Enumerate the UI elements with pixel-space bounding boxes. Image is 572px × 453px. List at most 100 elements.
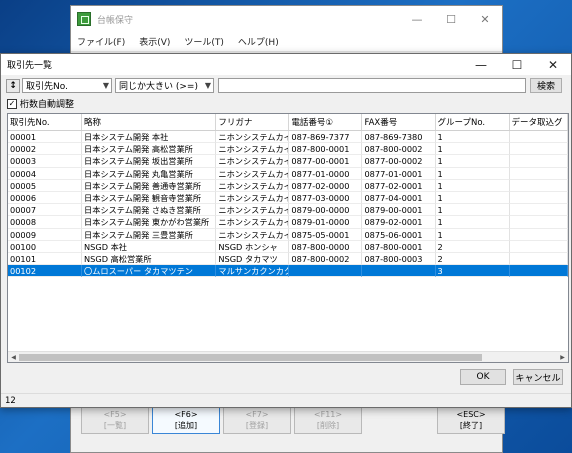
table-cell: ニホンシステムカイハツ... <box>216 191 290 205</box>
scroll-left-icon[interactable]: ◀ <box>8 352 19 363</box>
table-cell: 0879-00-0000 <box>289 204 363 217</box>
column-header[interactable]: フリガナ <box>216 114 290 130</box>
f11-delete-button[interactable]: <F11> [削除] <box>294 406 362 434</box>
column-header[interactable]: FAX番号 <box>362 114 436 130</box>
app-icon <box>77 12 91 26</box>
autofit-checkbox[interactable]: ✓ <box>7 98 17 109</box>
filter-row: ↕ 取引先No. ▼ 同じか大きい (>=) ▼ 検索 <box>6 78 562 93</box>
f5-key-label: <F5> <box>103 410 127 419</box>
column-header[interactable]: 取引先No. <box>8 114 83 130</box>
table-cell: ニホンシステムカイハツ... <box>216 143 290 156</box>
operator-select[interactable]: 同じか大きい (>=) ▼ <box>115 78 214 93</box>
table-row[interactable]: 00009日本システム開発 三豊営業所ニホンシステムカイハツ...0875-05… <box>8 228 568 241</box>
table-row[interactable]: 00004日本システム開発 丸亀営業所ニホンシステムカイハツ...0877-01… <box>8 167 568 180</box>
record-count: 12 <box>5 395 16 406</box>
table-cell <box>509 265 568 278</box>
table-row[interactable]: 00001日本システム開発 本社ニホンシステムカイハツ...087-869-73… <box>8 131 568 144</box>
f5-list-button[interactable]: <F5> [一覧] <box>81 406 149 434</box>
table-cell <box>509 155 568 168</box>
table-cell: 日本システム開発 高松営業所 <box>82 143 217 156</box>
table-cell: 1 <box>435 216 510 229</box>
scroll-thumb[interactable] <box>19 353 482 361</box>
column-header[interactable]: 略称 <box>82 114 217 130</box>
search-button[interactable]: 検索 <box>530 78 562 93</box>
chevron-down-icon[interactable]: ▼ <box>205 79 211 92</box>
column-header[interactable]: データ取込グ <box>510 114 568 130</box>
table-cell: 00009 <box>8 228 83 241</box>
dialog-titlebar: 取引先一覧 — ☐ ✕ <box>1 54 571 75</box>
scroll-track[interactable] <box>19 352 557 363</box>
cancel-button[interactable]: キャンセル <box>513 369 563 385</box>
sort-order-icon[interactable]: ↕ <box>6 78 20 93</box>
column-header[interactable]: 電話番号① <box>289 114 363 130</box>
table-cell: 日本システム開発 丸亀営業所 <box>82 167 217 180</box>
table-row[interactable]: 00102〇ムロスーパー タカマツテンマルサンカクンカクスー... 3 <box>8 265 568 278</box>
table-cell: ニホンシステムカイハツ... <box>216 216 290 229</box>
field-select[interactable]: 取引先No. ▼ <box>22 78 112 93</box>
table-cell <box>509 167 568 180</box>
menu-file[interactable]: ファイル(F) <box>77 35 125 48</box>
horizontal-scrollbar[interactable]: ◀ ▶ <box>8 351 568 362</box>
menu-view[interactable]: 表示(V) <box>139 35 170 48</box>
table-cell: NSGD タカマツ <box>216 252 290 266</box>
table-row[interactable]: 00006日本システム開発 観音寺営業所ニホンシステムカイハツ...0877-0… <box>8 191 568 205</box>
table-cell: 1 <box>435 155 510 168</box>
table-cell: 00007 <box>8 204 83 217</box>
operator-select-value: 同じか大きい (>=) <box>119 82 198 92</box>
esc-action-label: [終了] <box>459 421 483 430</box>
background-window-controls: — ☐ ✕ <box>400 6 502 32</box>
f7-key-label: <F7> <box>245 410 269 419</box>
scroll-right-icon[interactable]: ▶ <box>557 352 568 363</box>
table-cell: 2 <box>435 252 510 266</box>
table-cell: 00003 <box>8 155 83 168</box>
maximize-icon[interactable]: ☐ <box>434 6 468 32</box>
table-row[interactable]: 00101 NSGD 高松営業所 NSGD タカマツ 087-800-0002 087-… <box>8 252 568 266</box>
table-cell: 1 <box>435 204 510 217</box>
ok-button[interactable]: OK <box>460 369 506 385</box>
autofit-label: 桁数自動調整 <box>20 100 75 110</box>
table-row[interactable]: 00005日本システム開発 善通寺営業所ニホンシステムカイハツ...0877-0… <box>8 179 568 192</box>
table-cell: ニホンシステムカイハツ... <box>216 167 290 180</box>
table-cell: 0875-06-0001 <box>362 228 436 241</box>
close-icon[interactable]: ✕ <box>468 6 502 32</box>
table-row[interactable]: 00003日本システム開発 坂出営業所ニホンシステムカイハツ...0877-00… <box>8 155 568 168</box>
table-cell: 0877-01-0001 <box>362 167 436 180</box>
dialog-close-icon[interactable]: ✕ <box>535 54 571 75</box>
table-cell: 087-800-0000 <box>289 240 363 253</box>
esc-exit-button[interactable]: <ESC> [終了] <box>437 406 505 434</box>
table-row[interactable]: 00008日本システム開発 東かがわ営業所ニホンシステムカイハツ...0879-… <box>8 216 568 229</box>
table-cell: 1 <box>435 228 510 241</box>
table-body: 00001日本システム開発 本社ニホンシステムカイハツ...087-869-73… <box>8 131 568 278</box>
table-cell: 087-800-0001 <box>289 143 363 156</box>
table-row[interactable]: 00100 NSGD 本社 NSGD ホンシャ 087-800-0000 087-800… <box>8 240 568 253</box>
menu-tools[interactable]: ツール(T) <box>184 35 224 48</box>
table-row[interactable]: 00002日本システム開発 高松営業所ニホンシステムカイハツ...087-800… <box>8 143 568 156</box>
f5-action-label: [一覧] <box>103 421 127 430</box>
status-bar: 12 <box>1 393 571 407</box>
f7-action-label: [登録] <box>245 421 269 430</box>
esc-key-label: <ESC> <box>456 410 486 419</box>
minimize-icon[interactable]: — <box>400 6 434 32</box>
search-input[interactable] <box>218 78 526 93</box>
autofit-option[interactable]: ✓ 桁数自動調整 <box>7 97 74 110</box>
f7-register-button[interactable]: <F7> [登録] <box>223 406 291 434</box>
table-cell: マルサンカクンカクスー... <box>216 265 290 278</box>
table-row[interactable]: 00007日本システム開発 さぬき営業所ニホンシステムカイハツ...0879-0… <box>8 204 568 217</box>
table-cell: 0875-05-0001 <box>289 228 363 241</box>
dialog-window-controls: — ☐ ✕ <box>463 54 571 75</box>
dialog-maximize-icon[interactable]: ☐ <box>499 54 535 75</box>
dialog-minimize-icon[interactable]: — <box>463 54 499 75</box>
table-cell: 1 <box>435 143 510 156</box>
column-header[interactable]: グループNo. <box>436 114 510 130</box>
table-cell: 087-800-0002 <box>289 252 363 266</box>
customer-table[interactable]: 取引先No. 略称 フリガナ 電話番号① FAX番号 グループNo. データ取込… <box>7 113 569 363</box>
table-cell <box>289 265 363 278</box>
menu-bar: ファイル(F) 表示(V) ツール(T) ヘルプ(H) <box>71 32 502 52</box>
menu-help[interactable]: ヘルプ(H) <box>238 35 279 48</box>
table-cell: 00008 <box>8 216 83 229</box>
chevron-down-icon[interactable]: ▼ <box>103 79 109 92</box>
field-select-value: 取引先No. <box>26 82 68 92</box>
f6-key-label: <F6> <box>174 410 198 419</box>
f6-add-button[interactable]: <F6> [追加] <box>152 406 220 434</box>
table-header: 取引先No. 略称 フリガナ 電話番号① FAX番号 グループNo. データ取込… <box>8 114 568 131</box>
